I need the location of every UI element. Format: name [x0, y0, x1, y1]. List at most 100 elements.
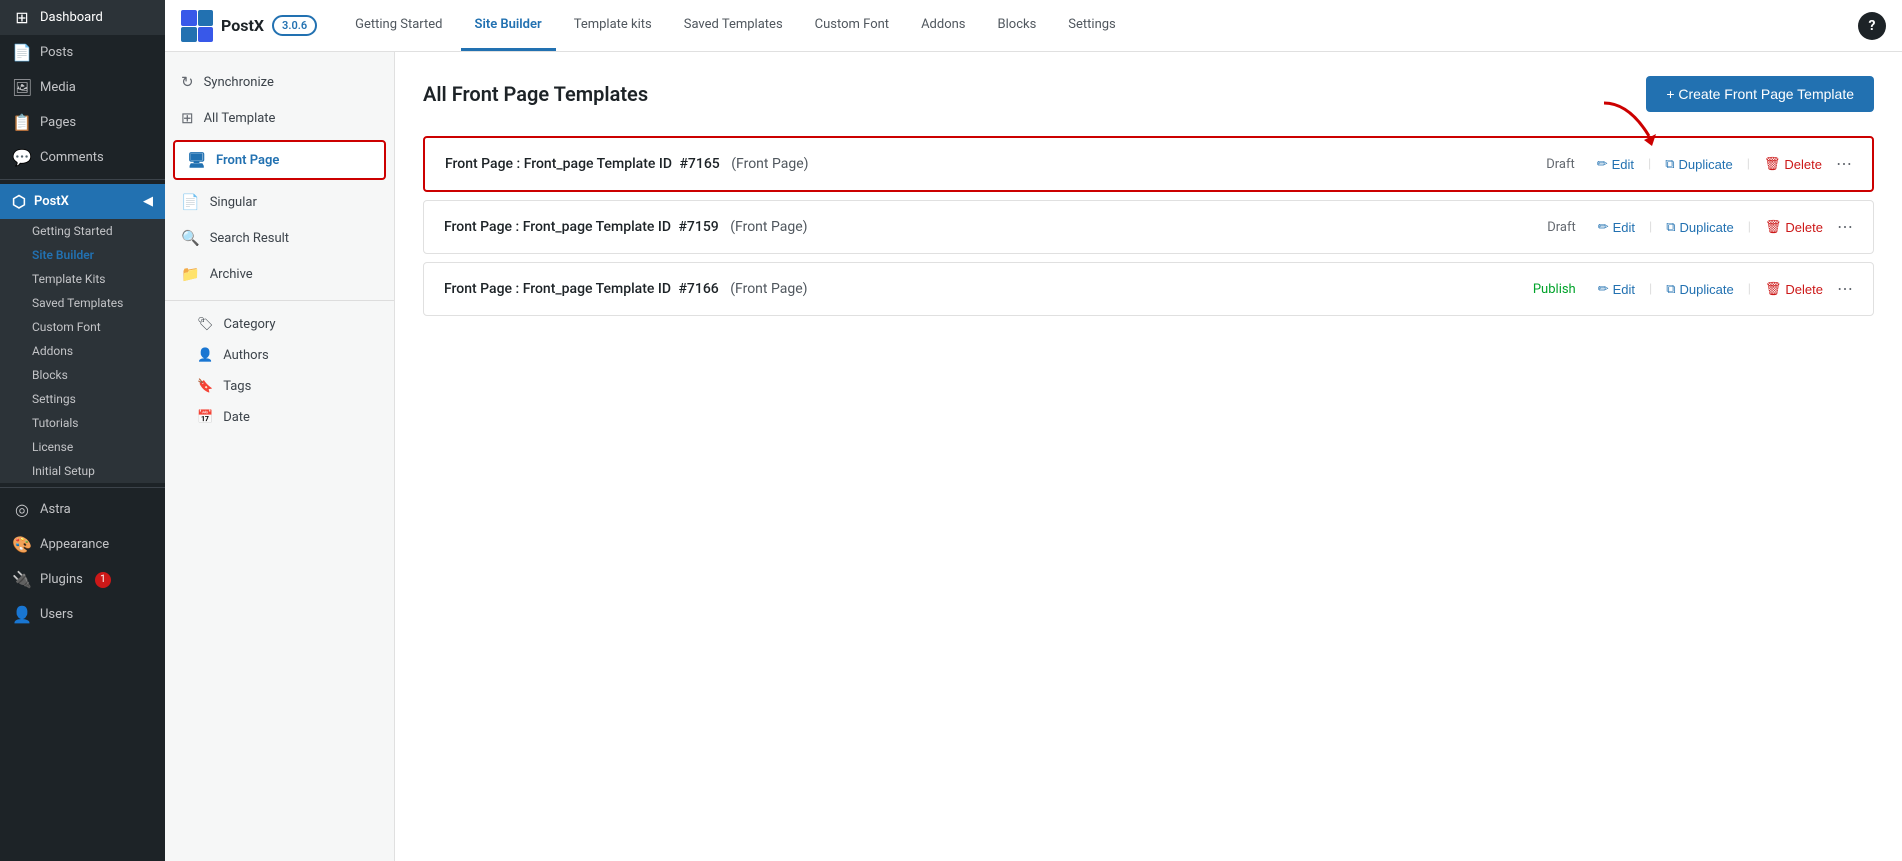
template-2-duplicate-button[interactable]: ⧉ Duplicate [1666, 219, 1734, 235]
tab-custom-font[interactable]: Custom Font [801, 0, 903, 51]
nav-tabs: Getting Started Site Builder Template ki… [341, 0, 1130, 51]
template-3-status: Publish [1533, 282, 1576, 297]
duplicate-icon-2: ⧉ [1666, 219, 1675, 235]
page-title: All Front Page Templates [423, 82, 648, 106]
template-1-edit-button[interactable]: ✏ Edit [1597, 156, 1634, 172]
sidebar-item-media[interactable]: 🖼 Media [0, 70, 165, 105]
template-1-delete-button[interactable]: 🗑 Delete [1764, 156, 1822, 172]
synchronize-icon: ↻ [181, 73, 194, 91]
sidebar-subitem-initial-setup[interactable]: Initial Setup [0, 459, 165, 483]
sidebar-item-appearance[interactable]: 🎨 Appearance [0, 527, 165, 562]
sidebar-item-postx[interactable]: ⬡ PostX ◀ [0, 184, 165, 219]
template-list: Front Page : Front_page Template ID #716… [423, 136, 1874, 324]
all-template-icon: ⊞ [181, 109, 194, 127]
template-3-actions: Publish ✏ Edit | ⧉ Duplicate | 🗑 [1533, 279, 1853, 299]
sec-sidebar-search-result[interactable]: 🔍 Search Result [165, 220, 394, 256]
template-1-actions: Draft ✏ Edit | ⧉ Duplicate | [1546, 154, 1852, 174]
template-item: Front Page : Front_page Template ID #715… [423, 200, 1874, 254]
sidebar-subitem-saved-templates[interactable]: Saved Templates [0, 291, 165, 315]
archive-icon: 📁 [181, 265, 200, 283]
delete-icon-2: 🗑 [1765, 219, 1782, 235]
delete-icon-3: 🗑 [1765, 281, 1782, 297]
sidebar-item-posts[interactable]: 📄 Posts [0, 35, 165, 70]
template-1-more-button[interactable]: ⋯ [1836, 154, 1852, 174]
sec-sidebar-category[interactable]: 🏷 Category [165, 309, 394, 340]
sidebar-subitem-license[interactable]: License [0, 435, 165, 459]
media-icon: 🖼 [12, 78, 32, 97]
template-3-edit-button[interactable]: ✏ Edit [1598, 281, 1635, 297]
singular-icon: 📄 [181, 193, 200, 211]
template-2-more-button[interactable]: ⋯ [1837, 217, 1853, 237]
postx-logo-svg [181, 10, 213, 42]
tab-blocks[interactable]: Blocks [984, 0, 1051, 51]
secondary-sidebar: ↻ Synchronize ⊞ All Template 🖥 Front Pag… [165, 52, 395, 861]
sec-sidebar-archive[interactable]: 📁 Archive [165, 256, 394, 292]
pages-icon: 📋 [12, 113, 32, 132]
posts-icon: 📄 [12, 43, 32, 62]
template-item: Front Page : Front_page Template ID #716… [423, 262, 1874, 316]
edit-icon-3: ✏ [1598, 281, 1609, 297]
help-button[interactable]: ? [1858, 12, 1886, 40]
tab-site-builder[interactable]: Site Builder [461, 0, 556, 51]
page-content: All Front Page Templates + Create Front … [395, 52, 1902, 861]
sidebar-item-astra[interactable]: ◎ Astra [0, 492, 165, 527]
authors-icon: 👤 [197, 348, 213, 363]
edit-icon-2: ✏ [1598, 219, 1609, 235]
sidebar-subitem-settings[interactable]: Settings [0, 387, 165, 411]
sec-sidebar-authors[interactable]: 👤 Authors [165, 340, 394, 371]
date-icon: 📅 [197, 410, 213, 425]
sidebar-subitem-tutorials[interactable]: Tutorials [0, 411, 165, 435]
plugins-icon: 🔌 [12, 570, 32, 589]
template-3-delete-button[interactable]: 🗑 Delete [1765, 281, 1823, 297]
astra-icon: ◎ [12, 500, 32, 519]
duplicate-icon-3: ⧉ [1666, 281, 1675, 297]
sidebar-item-pages[interactable]: 📋 Pages [0, 105, 165, 140]
search-result-icon: 🔍 [181, 229, 200, 247]
sidebar-subitem-site-builder[interactable]: Site Builder [0, 243, 165, 267]
create-front-page-template-button[interactable]: + Create Front Page Template [1646, 76, 1874, 112]
tab-settings[interactable]: Settings [1054, 0, 1129, 51]
sidebar-item-plugins[interactable]: 🔌 Plugins 1 [0, 562, 165, 597]
tab-saved-templates[interactable]: Saved Templates [670, 0, 797, 51]
template-1-duplicate-button[interactable]: ⧉ Duplicate [1665, 156, 1733, 172]
sec-sidebar-front-page[interactable]: 🖥 Front Page [175, 142, 384, 178]
template-title-1: Front Page : Front_page Template ID #716… [445, 156, 1546, 172]
duplicate-icon: ⧉ [1665, 156, 1674, 172]
template-1-status: Draft [1546, 157, 1575, 172]
sidebar-subitem-blocks[interactable]: Blocks [0, 363, 165, 387]
users-icon: 👤 [12, 605, 32, 624]
sidebar-item-dashboard[interactable]: ⊞ Dashboard [0, 0, 165, 35]
content-area: ↻ Synchronize ⊞ All Template 🖥 Front Pag… [165, 52, 1902, 861]
template-row-1-wrapper: Front Page : Front_page Template ID #716… [423, 136, 1874, 200]
logo-text: PostX [221, 16, 264, 35]
sec-sidebar-tags[interactable]: 🔖 Tags [165, 371, 394, 402]
template-title-3: Front Page : Front_page Template ID #716… [444, 281, 1533, 297]
postx-submenu: Getting Started Site Builder Template Ki… [0, 219, 165, 483]
sidebar-subitem-addons[interactable]: Addons [0, 339, 165, 363]
template-2-actions: Draft ✏ Edit | ⧉ Duplicate | 🗑 [1547, 217, 1853, 237]
comments-icon: 💬 [12, 148, 32, 167]
main-area: PostX 3.0.6 Getting Started Site Builder… [165, 0, 1902, 861]
template-2-status: Draft [1547, 220, 1576, 235]
sec-sidebar-synchronize[interactable]: ↻ Synchronize [165, 64, 394, 100]
tab-template-kits[interactable]: Template kits [560, 0, 666, 51]
dashboard-icon: ⊞ [12, 8, 32, 27]
logo-area: PostX 3.0.6 [181, 10, 317, 42]
template-2-delete-button[interactable]: 🗑 Delete [1765, 219, 1823, 235]
template-2-edit-button[interactable]: ✏ Edit [1598, 219, 1635, 235]
sec-sidebar-all-template[interactable]: ⊞ All Template [165, 100, 394, 136]
sec-sidebar-date[interactable]: 📅 Date [165, 402, 394, 433]
tab-addons[interactable]: Addons [907, 0, 979, 51]
tab-getting-started[interactable]: Getting Started [341, 0, 456, 51]
sidebar-item-comments[interactable]: 💬 Comments [0, 140, 165, 175]
sidebar-item-users[interactable]: 👤 Users [0, 597, 165, 632]
sec-sidebar-separator [165, 300, 394, 301]
template-item: Front Page : Front_page Template ID #716… [423, 136, 1874, 192]
template-3-duplicate-button[interactable]: ⧉ Duplicate [1666, 281, 1734, 297]
template-3-more-button[interactable]: ⋯ [1837, 279, 1853, 299]
sidebar-subitem-custom-font[interactable]: Custom Font [0, 315, 165, 339]
sidebar-subitem-getting-started[interactable]: Getting Started [0, 219, 165, 243]
sidebar-subitem-template-kits[interactable]: Template Kits [0, 267, 165, 291]
sec-sidebar-singular[interactable]: 📄 Singular [165, 184, 394, 220]
delete-icon: 🗑 [1764, 156, 1781, 172]
